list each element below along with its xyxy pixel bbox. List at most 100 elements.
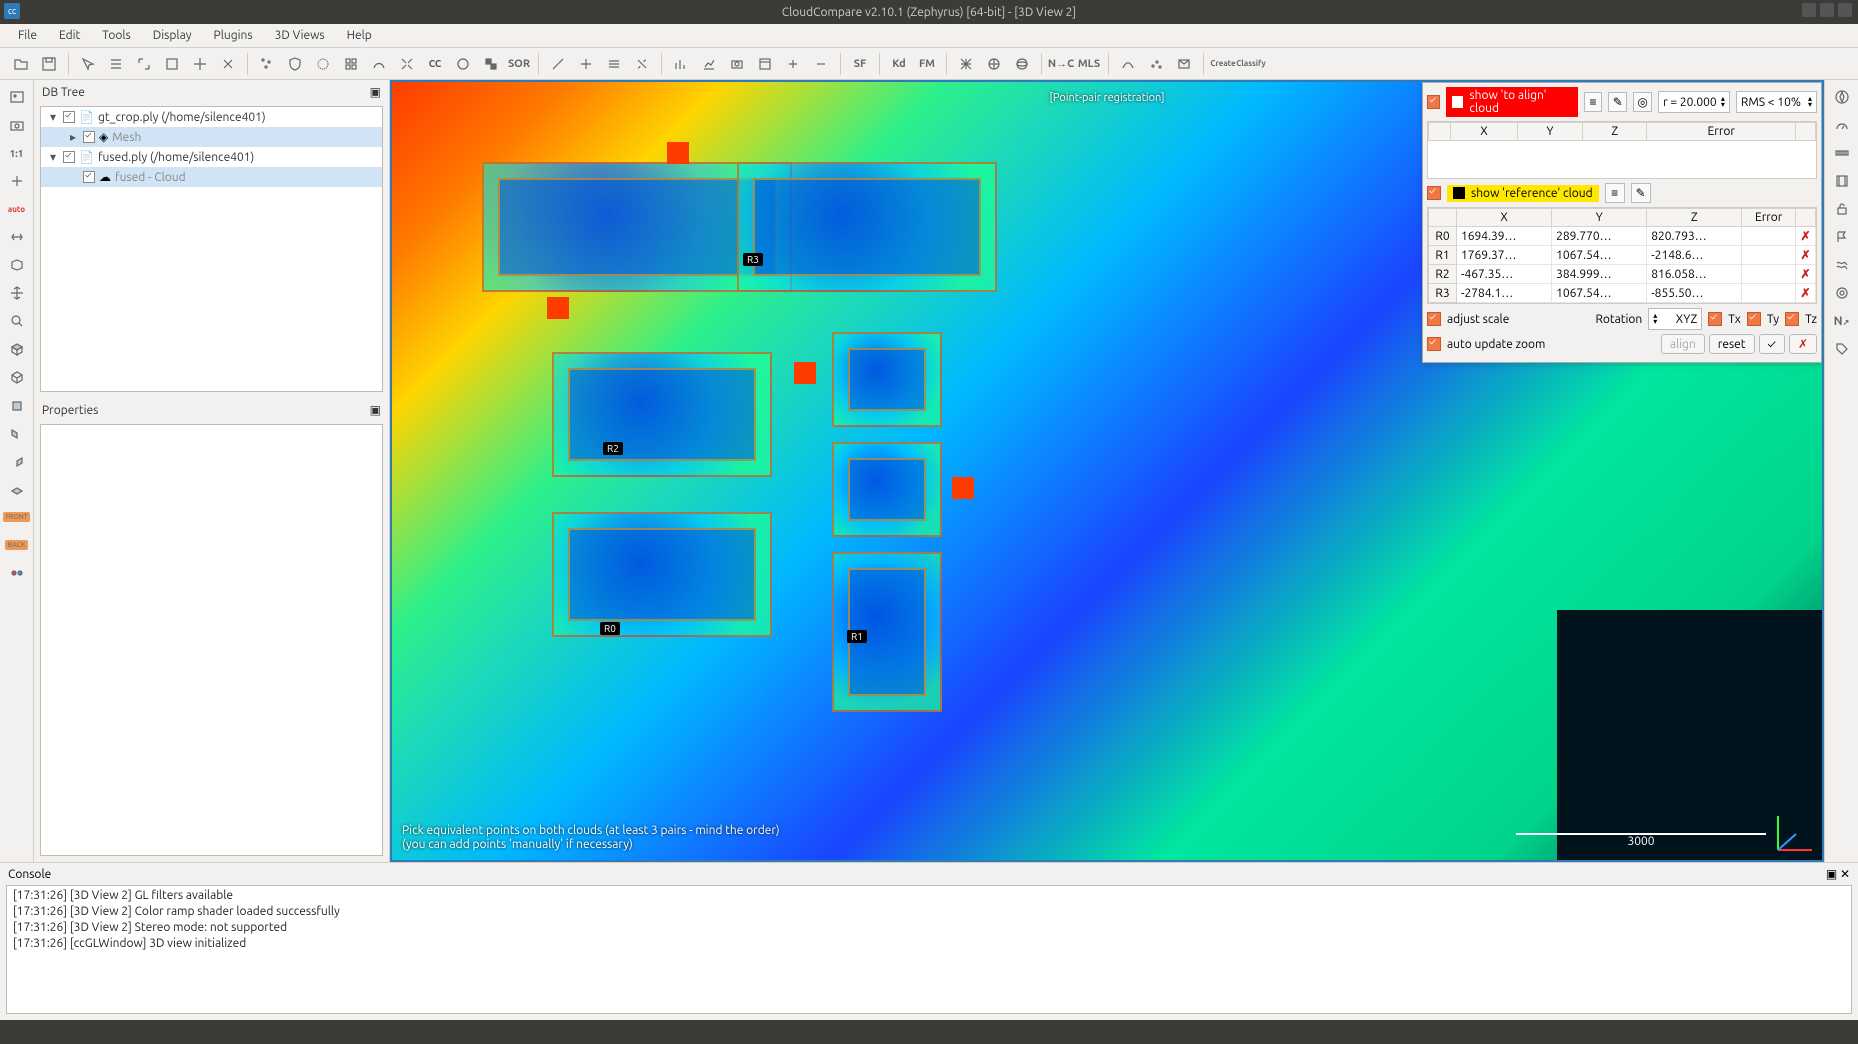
kd-button[interactable]: Kd xyxy=(886,51,912,77)
stereo-icon[interactable] xyxy=(4,560,30,586)
translate-icon[interactable] xyxy=(187,51,213,77)
tag-icon[interactable] xyxy=(1829,336,1855,362)
rms-input[interactable]: RMS < 10%▴▾ xyxy=(1736,91,1817,113)
pick-icon[interactable] xyxy=(75,51,101,77)
ref-edit-icon[interactable]: ✎ xyxy=(1631,183,1651,203)
globe-icon[interactable] xyxy=(981,51,1007,77)
accept-button[interactable]: ✓ xyxy=(1759,334,1785,354)
curve-icon[interactable] xyxy=(1115,51,1141,77)
film-icon[interactable] xyxy=(1829,168,1855,194)
table-row[interactable]: R3-2784.1…1067.54…-855.50…✗ xyxy=(1429,284,1816,303)
cut-icon[interactable] xyxy=(629,51,655,77)
globe2-icon[interactable] xyxy=(1009,51,1035,77)
create-button[interactable]: Create xyxy=(1210,51,1236,77)
close-button[interactable] xyxy=(1838,3,1852,17)
adjust-scale-label[interactable]: adjust scale xyxy=(1427,312,1509,326)
auto-icon[interactable]: auto xyxy=(4,196,30,222)
sf-button[interactable]: SF xyxy=(847,51,873,77)
menu-plugins[interactable]: Plugins xyxy=(204,27,263,44)
tree-row-fused[interactable]: ▾ 📄 fused.ply (/home/silence401) xyxy=(41,147,382,167)
tree-row-cloud[interactable]: ▸ ☁ fused - Cloud xyxy=(41,167,382,187)
layers-icon[interactable] xyxy=(601,51,627,77)
menu-file[interactable]: File xyxy=(8,27,47,44)
point-label-r0[interactable]: R0 xyxy=(600,622,620,635)
plus-icon[interactable] xyxy=(4,168,30,194)
auto-zoom-label[interactable]: auto update zoom xyxy=(1427,337,1545,351)
tree-row-gt[interactable]: ▾ 📄 gt_crop.ply (/home/silence401) xyxy=(41,107,382,127)
arrows-icon[interactable] xyxy=(4,224,30,250)
mesh-icon[interactable] xyxy=(953,51,979,77)
table-row[interactable]: R11769.37…1067.54…-2148.6…✗ xyxy=(1429,246,1816,265)
sphere-icon[interactable] xyxy=(450,51,476,77)
noise-icon[interactable] xyxy=(310,51,336,77)
shield-icon[interactable] xyxy=(282,51,308,77)
cube-right-icon[interactable] xyxy=(4,448,30,474)
3d-viewport[interactable]: [Point-pair registration] R0 R1 R2 R3 Pi… xyxy=(390,80,1824,862)
measure-icon[interactable] xyxy=(545,51,571,77)
checkbox[interactable] xyxy=(63,111,75,123)
unlock-icon[interactable] xyxy=(1829,196,1855,222)
properties-undock-icon[interactable]: ▣ xyxy=(370,403,381,417)
dbtree-undock-icon[interactable]: ▣ xyxy=(370,85,381,99)
snapshot-icon[interactable] xyxy=(4,112,30,138)
checkbox[interactable] xyxy=(83,131,95,143)
expand-icon[interactable] xyxy=(131,51,157,77)
point-label-r2[interactable]: R2 xyxy=(603,442,623,455)
show-align-checkbox[interactable] xyxy=(1427,95,1440,109)
align-list-icon[interactable]: ≡ xyxy=(1584,92,1603,112)
menu-display[interactable]: Display xyxy=(143,27,202,44)
auto-zoom-checkbox[interactable] xyxy=(1427,337,1441,351)
cube-iso-icon[interactable] xyxy=(4,364,30,390)
delete-row-icon[interactable]: ✗ xyxy=(1796,246,1816,265)
move-icon[interactable] xyxy=(4,280,30,306)
frame-icon[interactable] xyxy=(159,51,185,77)
back-label-icon[interactable]: BACK xyxy=(4,532,30,558)
sor-button[interactable]: SOR xyxy=(506,51,532,77)
compass-icon[interactable] xyxy=(1829,84,1855,110)
align-edit-icon[interactable]: ✎ xyxy=(1608,92,1627,112)
table-row[interactable]: R2-467.35…384.999…816.058…✗ xyxy=(1429,265,1816,284)
adjust-scale-checkbox[interactable] xyxy=(1427,312,1441,326)
cube-left-icon[interactable] xyxy=(4,420,30,446)
maximize-button[interactable] xyxy=(1820,3,1834,17)
ref-table[interactable]: X Y Z Error R01694.39…289.770…820.793…✗R… xyxy=(1427,207,1817,304)
menu-tools[interactable]: Tools xyxy=(92,27,141,44)
add-icon[interactable] xyxy=(780,51,806,77)
rotation-select[interactable]: ▴▾XYZ xyxy=(1648,308,1702,330)
points-icon[interactable] xyxy=(254,51,280,77)
waves-icon[interactable] xyxy=(1829,252,1855,278)
table-row[interactable]: R01694.39…289.770…820.793…✗ xyxy=(1429,227,1816,246)
properties-body[interactable] xyxy=(40,424,383,856)
gauge-icon[interactable] xyxy=(1829,112,1855,138)
checker-icon[interactable] xyxy=(478,51,504,77)
align-button[interactable]: align xyxy=(1661,334,1705,354)
stats-icon[interactable] xyxy=(696,51,722,77)
sphere-radius-input[interactable]: r = 20.000▴▾ xyxy=(1658,91,1730,113)
point-label-r3[interactable]: R3 xyxy=(743,253,763,266)
delete-row-icon[interactable]: ✗ xyxy=(1796,284,1816,303)
expander-icon[interactable]: ▾ xyxy=(47,150,59,164)
nc-button[interactable]: N→C xyxy=(1048,51,1074,77)
dbtree-body[interactable]: ▾ 📄 gt_crop.ply (/home/silence401) ▸ ◈ M… xyxy=(40,106,383,392)
zoom-icon[interactable] xyxy=(4,308,30,334)
ty-checkbox[interactable] xyxy=(1747,312,1761,326)
view-image-icon[interactable] xyxy=(4,84,30,110)
camera-icon[interactable] xyxy=(724,51,750,77)
checkbox[interactable] xyxy=(83,171,95,183)
delete-row-icon[interactable]: ✗ xyxy=(1796,265,1816,284)
show-ref-checkbox[interactable] xyxy=(1427,186,1441,200)
tree-row-mesh[interactable]: ▸ ◈ Mesh xyxy=(41,127,382,147)
ref-list-icon[interactable]: ≡ xyxy=(1605,183,1625,203)
align-table[interactable]: X Y Z Error xyxy=(1427,121,1817,179)
cross-icon[interactable] xyxy=(573,51,599,77)
fm-button[interactable]: FM xyxy=(914,51,940,77)
list-icon[interactable] xyxy=(103,51,129,77)
open-icon[interactable] xyxy=(8,51,34,77)
one-to-one-icon[interactable]: 1:1 xyxy=(4,140,30,166)
scatter-icon[interactable] xyxy=(1143,51,1169,77)
delete-icon[interactable] xyxy=(215,51,241,77)
front-label-icon[interactable]: FRONT xyxy=(4,504,30,530)
box-icon[interactable] xyxy=(4,252,30,278)
tx-checkbox[interactable] xyxy=(1708,312,1722,326)
target-icon[interactable] xyxy=(1829,280,1855,306)
